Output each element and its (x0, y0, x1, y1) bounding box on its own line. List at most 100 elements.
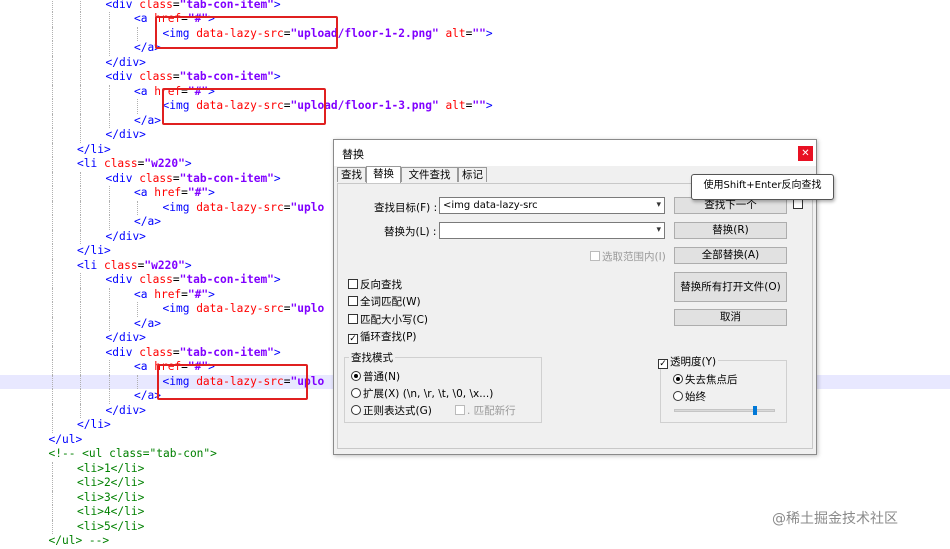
reverse-search-checkbox[interactable]: 反向查找 (348, 278, 402, 292)
in-selection-checkbox[interactable]: 选取范围内(I) (590, 250, 666, 264)
code-line: <img data-lazy-src="upload/floor-1-2.png… (0, 26, 950, 41)
search-mode-title: 查找模式 (349, 350, 395, 365)
indent-guide (51, 403, 53, 418)
indent-guide (108, 389, 110, 404)
find-input-value: <img data-lazy-src (443, 200, 538, 211)
code-token: > (184, 157, 192, 170)
reverse-search-label: 反向查找 (360, 279, 402, 291)
find-next-option-checkbox[interactable] (793, 198, 805, 212)
close-button[interactable]: ✕ (798, 146, 813, 161)
checkbox-box (348, 279, 358, 289)
code-token: </a> (134, 215, 161, 228)
code-text: </a> (134, 215, 161, 230)
cancel-button[interactable]: 取消 (674, 309, 787, 326)
indent-guide (108, 215, 110, 230)
indent-guide (80, 287, 81, 302)
replace-input[interactable]: ▾ (439, 222, 665, 239)
lose-focus-radio[interactable]: 失去焦点后 (673, 373, 738, 387)
transparency-checkbox[interactable]: ✓ 透明度(Y) (658, 355, 719, 369)
indent-guide (51, 157, 53, 172)
code-line: <a href="#"> (0, 84, 950, 99)
indent-guide (51, 0, 53, 12)
lose-focus-label: 失去焦点后 (685, 374, 738, 386)
code-token: > (273, 0, 281, 11)
code-token: > (273, 171, 281, 185)
radio-dot (673, 374, 683, 384)
code-token: </div> (105, 55, 146, 69)
find-next-tooltip: 使用Shift+Enter反向查找 (691, 174, 834, 200)
replace-all-open-label: 替换所有打开文件(O) (680, 281, 781, 293)
mode-regex-radio[interactable]: 正则表达式(G) (351, 404, 432, 418)
code-text: <img data-lazy-src="uplo (163, 201, 325, 216)
tab-find[interactable]: 查找 (337, 167, 366, 182)
code-line: </a> (0, 113, 950, 128)
wrap-around-checkbox[interactable]: ✓ 循环查找(P) (348, 330, 417, 344)
code-token: = (283, 200, 291, 214)
indent-guide (108, 186, 110, 201)
code-token: <li>5</li> (77, 519, 145, 533)
tab-mark[interactable]: 标记 (458, 167, 487, 182)
chevron-down-icon[interactable]: ▾ (656, 198, 661, 213)
chevron-down-icon[interactable]: ▾ (656, 223, 661, 238)
mode-extended-radio[interactable]: 扩展(X) (\n, \r, \t, \0, \x...) (351, 387, 493, 401)
code-text: <li>2</li> (77, 476, 144, 491)
transparency-slider-track[interactable] (674, 409, 775, 412)
indent-guide (80, 316, 81, 331)
code-line: </a> (0, 41, 950, 56)
code-token: <div (105, 70, 140, 83)
tab-find-in-files[interactable]: 文件查找 (401, 167, 458, 182)
indent-guide (51, 258, 53, 273)
replace-all-label: 全部替换(A) (701, 249, 760, 261)
watermark: @稀土掘金技术社区 (772, 511, 898, 527)
code-token: class (139, 273, 173, 286)
code-text: <a href="#"> (134, 186, 215, 201)
code-line: </ul> --> (0, 534, 950, 549)
indent-guide (51, 461, 53, 476)
code-line: <li>2</li> (0, 476, 950, 491)
code-token: class (139, 171, 173, 185)
code-token: <a (134, 287, 155, 301)
match-case-checkbox[interactable]: 匹配大小写(C) (348, 313, 428, 327)
mode-regex-label: 正则表达式(G) (363, 405, 432, 417)
code-token: class (139, 70, 173, 83)
replace-button[interactable]: 替换(R) (674, 222, 787, 239)
code-text: </ul> --> (49, 534, 110, 549)
code-line: <li>3</li> (0, 490, 950, 505)
code-line: <li>1</li> (0, 461, 950, 477)
code-text: </div> (106, 230, 146, 245)
code-token: "tab-con-item" (179, 0, 274, 11)
code-token: > (273, 273, 281, 286)
code-token: <li>4</li> (77, 505, 145, 518)
indent-guide (51, 215, 53, 230)
always-radio[interactable]: 始终 (673, 390, 706, 404)
code-token: class (139, 345, 173, 359)
indent-guide (51, 26, 53, 41)
transparency-slider-thumb[interactable] (752, 406, 757, 415)
transparency-label: 透明度(Y) (670, 356, 717, 368)
whole-word-checkbox[interactable]: 全词匹配(W) (348, 295, 421, 309)
code-text: <li>1</li> (77, 462, 144, 477)
indent-guide (80, 41, 81, 56)
mode-normal-radio[interactable]: 普通(N) (351, 370, 400, 384)
code-token: class (103, 157, 138, 170)
indent-guide (80, 331, 81, 346)
checkbox-box (793, 199, 803, 209)
indent-guide (51, 128, 53, 143)
indent-guide (80, 171, 81, 186)
checkmark-icon: ✓ (658, 359, 668, 369)
indent-guide (51, 302, 53, 317)
dialog-titlebar[interactable]: 替换 ✕ (334, 140, 816, 166)
indent-guide (108, 374, 110, 389)
tab-replace[interactable]: 替换 (366, 166, 401, 183)
code-token: "tab-con-item" (179, 171, 274, 185)
indent-guide (80, 84, 81, 99)
indent-guide (51, 316, 53, 331)
replace-all-open-files-button[interactable]: 替换所有打开文件(O) (674, 272, 787, 302)
find-input[interactable]: <img data-lazy-src ▾ (439, 197, 665, 214)
code-token: = (172, 273, 180, 286)
mode-normal-label: 普通(N) (363, 371, 401, 383)
checkbox-box (455, 405, 465, 415)
dot-newline-checkbox[interactable]: . 匹配新行 (455, 404, 516, 418)
indent-guide (80, 302, 81, 317)
replace-all-button[interactable]: 全部替换(A) (674, 247, 787, 264)
